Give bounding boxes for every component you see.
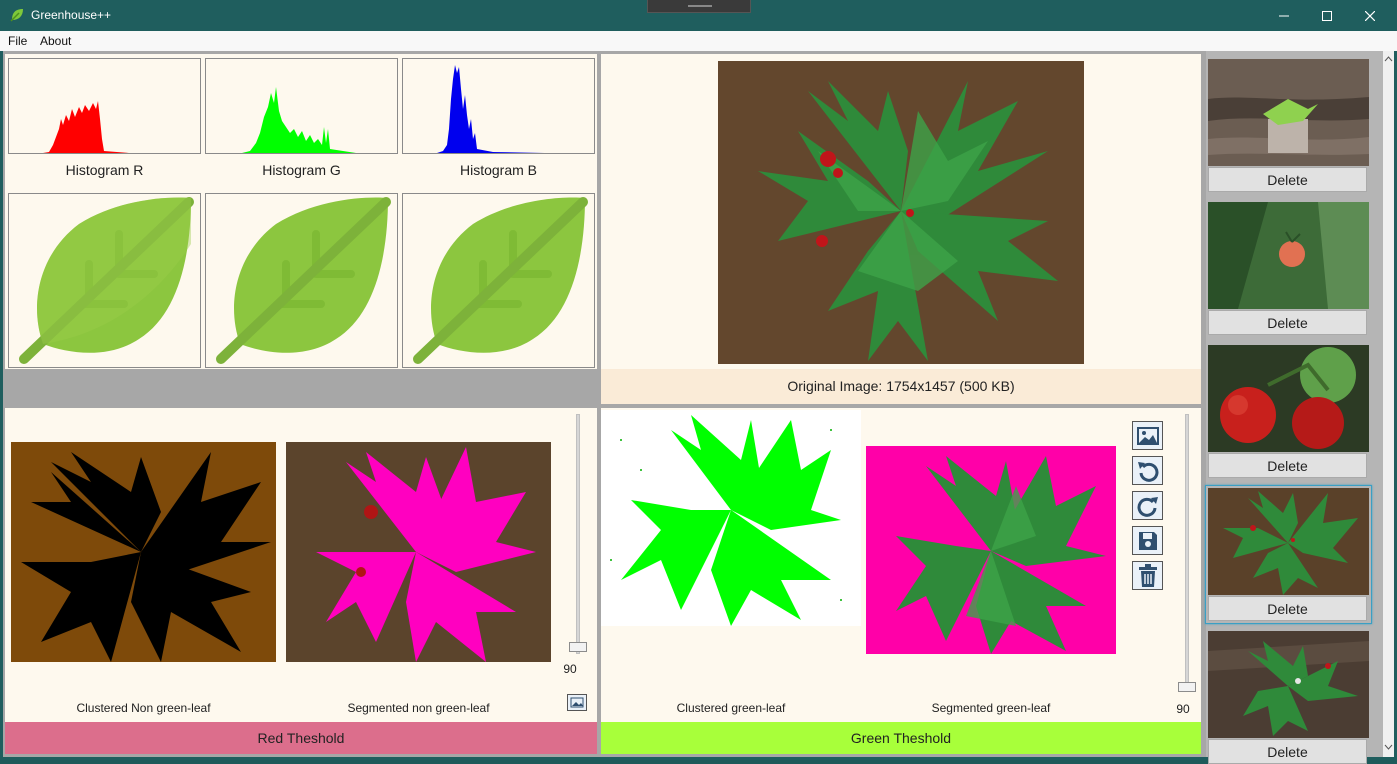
rotate-left-button[interactable] [1132,456,1163,485]
thumbnail-scrollbar[interactable] [1383,51,1394,757]
minimize-button[interactable] [1263,0,1305,31]
leaf-icon [19,197,194,364]
thumbnail-image[interactable] [1208,59,1369,166]
drag-handle[interactable] [647,0,751,13]
histogram-g-chart [242,87,356,153]
segmented-green-image[interactable] [866,446,1116,654]
histogram-b-chart [437,65,545,153]
histogram-g-label: Histogram G [262,162,341,178]
red-threshold-value: 90 [563,662,577,676]
clustered-green-image[interactable] [601,410,861,626]
image-icon [570,697,584,708]
placeholder-image-3 [402,193,595,368]
delete-thumbnail-button[interactable]: Delete [1208,310,1367,335]
rotate-right-button[interactable] [1132,491,1163,520]
histogram-b-bars [437,65,545,153]
rotate-left-icon [1137,461,1158,482]
menu-file[interactable]: File [8,34,27,48]
scroll-up-icon[interactable] [1384,55,1393,63]
green-threshold-label: Green Theshold [850,730,952,746]
menu-bar: File About [0,31,1397,51]
histogram-r-plot [8,58,201,154]
histogram-b-label: Histogram B [459,162,538,178]
image-icon [1136,426,1159,445]
green-threshold-slider-track[interactable] [1185,414,1189,684]
red-image-button[interactable] [567,694,587,711]
red-threshold-label: Red Theshold [257,730,345,746]
maximize-button[interactable] [1306,0,1348,31]
trash-icon [1138,563,1157,587]
red-threshold-slider-track[interactable] [576,414,580,654]
red-threshold-slider-thumb[interactable] [569,642,587,652]
maximize-icon [1322,10,1332,21]
app-window: Greenhouse++ File About Histogram R Hist… [0,0,1397,764]
title-bar[interactable]: Greenhouse++ [0,0,1397,31]
clustered-non-green-image[interactable] [11,442,276,662]
green-threshold-footer: Green Theshold [601,722,1201,754]
thumbnail-image[interactable] [1208,345,1369,452]
placeholder-image-1 [8,193,201,368]
clustered-green-caption: Clustered green-leaf [676,701,786,715]
histogram-g-bars [242,87,356,153]
leaf-icon [216,197,391,364]
leaf-icon [10,9,23,22]
rotate-right-icon [1137,496,1158,517]
segmented-green-caption: Segmented green-leaf [931,701,1051,715]
histogram-b-plot [402,58,595,154]
segmented-non-green-caption: Segmented non green-leaf [347,701,490,715]
minimize-icon [1279,15,1289,16]
original-plant-image[interactable] [718,61,1084,364]
leaf-icon [413,197,588,364]
delete-thumbnail-button[interactable]: Delete [1208,739,1367,764]
histogram-r-label: Histogram R [65,162,144,178]
green-threshold-value: 90 [1176,702,1190,716]
histogram-r-bars [43,101,129,153]
thumbnail-strip: Delete Delete Delete Delete Delete [1205,51,1383,764]
histogram-panel: Histogram R Histogram G Histogram B [5,54,597,369]
red-threshold-panel: 90 Clustered Non green-leaf Segmented no… [5,408,597,754]
client-area: Histogram R Histogram G Histogram B Orig… [3,51,1394,764]
histogram-r-chart [43,101,129,153]
delete-thumbnail-button[interactable]: Delete [1208,596,1367,621]
histogram-g-plot [205,58,398,154]
thumbnail-image[interactable] [1208,488,1369,595]
save-icon [1138,531,1157,550]
window-title: Greenhouse++ [31,8,112,22]
delete-button[interactable] [1132,561,1163,590]
original-image-panel: Original Image: 1754x1457 (500 KB) [601,54,1201,404]
red-threshold-footer: Red Theshold [5,722,597,754]
menu-about[interactable]: About [40,34,71,48]
green-threshold-slider-thumb[interactable] [1178,682,1196,692]
thumbnail-image[interactable] [1208,631,1369,738]
placeholder-image-2 [205,193,398,368]
save-button[interactable] [1132,526,1163,555]
thumbnail-image[interactable] [1208,202,1369,309]
segmented-non-green-image[interactable] [286,442,551,662]
delete-thumbnail-button[interactable]: Delete [1208,167,1367,192]
clustered-non-green-caption: Clustered Non green-leaf [76,701,211,715]
green-threshold-panel: 90 Clustered green-leaf Segmented green-… [601,408,1201,754]
open-image-button[interactable] [1132,421,1163,450]
close-icon [1365,10,1375,21]
delete-thumbnail-button[interactable]: Delete [1208,453,1367,478]
close-button[interactable] [1349,0,1391,31]
original-image-caption: Original Image: 1754x1457 (500 KB) [787,378,1015,394]
original-caption-bar: Original Image: 1754x1457 (500 KB) [601,369,1201,404]
scroll-down-icon[interactable] [1384,743,1393,751]
